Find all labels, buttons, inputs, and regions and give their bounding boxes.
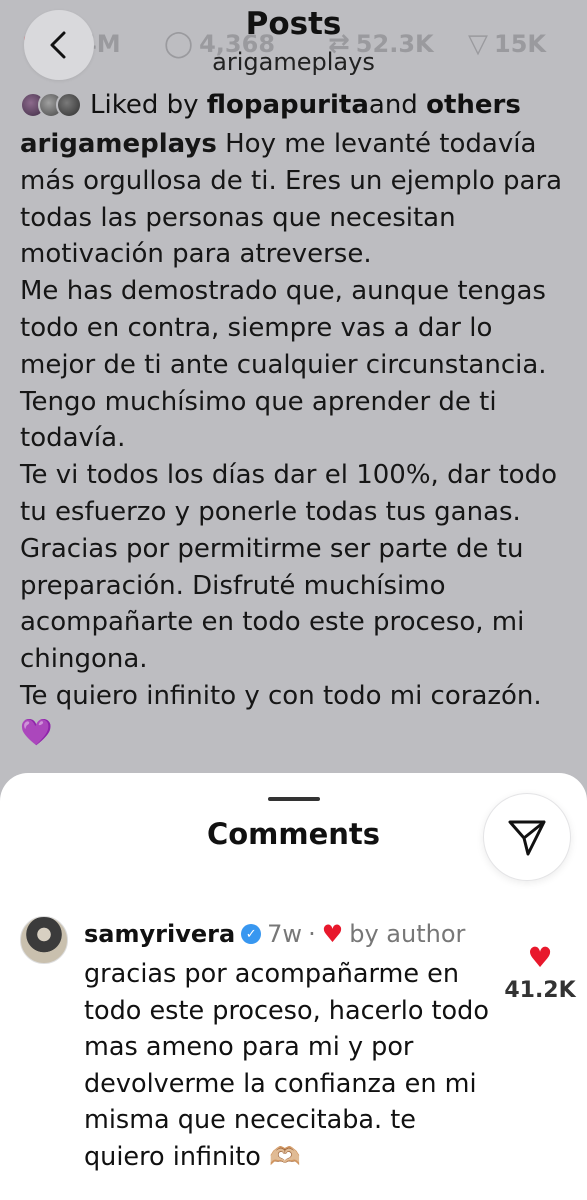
purple-heart-emoji: 💜: [20, 717, 53, 748]
comment-header: samyrivera ✓ 7w · ♥ by author: [84, 916, 465, 952]
post-caption: arigameplays Hoy me levanté todavía más …: [20, 126, 575, 752]
send-icon: [508, 820, 546, 856]
liked-by-and: and: [368, 90, 418, 120]
avatar[interactable]: [20, 916, 68, 964]
author-label: by author: [349, 920, 466, 948]
heart-icon: ♥: [321, 920, 344, 948]
comment-text: gracias por acompañarme en todo este pro…: [84, 959, 489, 1172]
separator: ·: [308, 920, 316, 948]
caption-paragraph-2: Me has demostrado que, aunque tengas tod…: [20, 276, 547, 454]
comment-like-button[interactable]: ♥ 41.2K: [500, 941, 580, 1003]
verified-badge-icon: ✓: [241, 924, 262, 944]
caption-paragraph-4: Te quiero infinito y con todo mi corazón…: [20, 680, 542, 711]
share-button[interactable]: [483, 793, 571, 881]
comment-username[interactable]: samyrivera: [84, 920, 235, 948]
liked-by-row[interactable]: Liked by flopapurita and others: [20, 86, 521, 124]
top-bar: ♥ 4M ◯ 4,368 ⇄ 52.3K ▽ 15K Posts arigame: [0, 0, 587, 88]
liked-by-others[interactable]: others: [426, 90, 521, 120]
comment-like-count: 41.2K: [504, 978, 576, 1003]
caption-username[interactable]: arigameplays: [20, 129, 217, 159]
page-title: Posts: [245, 6, 342, 42]
caption-paragraph-3: Te vi todos los días dar el 100%, dar to…: [20, 460, 557, 675]
liked-by-user[interactable]: flopapurita: [207, 90, 369, 120]
comment-time: 7w: [267, 920, 303, 948]
liked-by-avatars: [20, 92, 82, 118]
avatar: [56, 92, 82, 118]
liked-by-prefix: Liked by: [90, 90, 199, 120]
heart-icon: ♥: [527, 941, 553, 974]
comments-sheet: Comments samyrivera ✓ 7w · ♥ by author g…: [0, 773, 587, 1200]
page-subtitle[interactable]: arigameplays: [0, 48, 587, 76]
drag-handle[interactable]: [268, 797, 320, 801]
